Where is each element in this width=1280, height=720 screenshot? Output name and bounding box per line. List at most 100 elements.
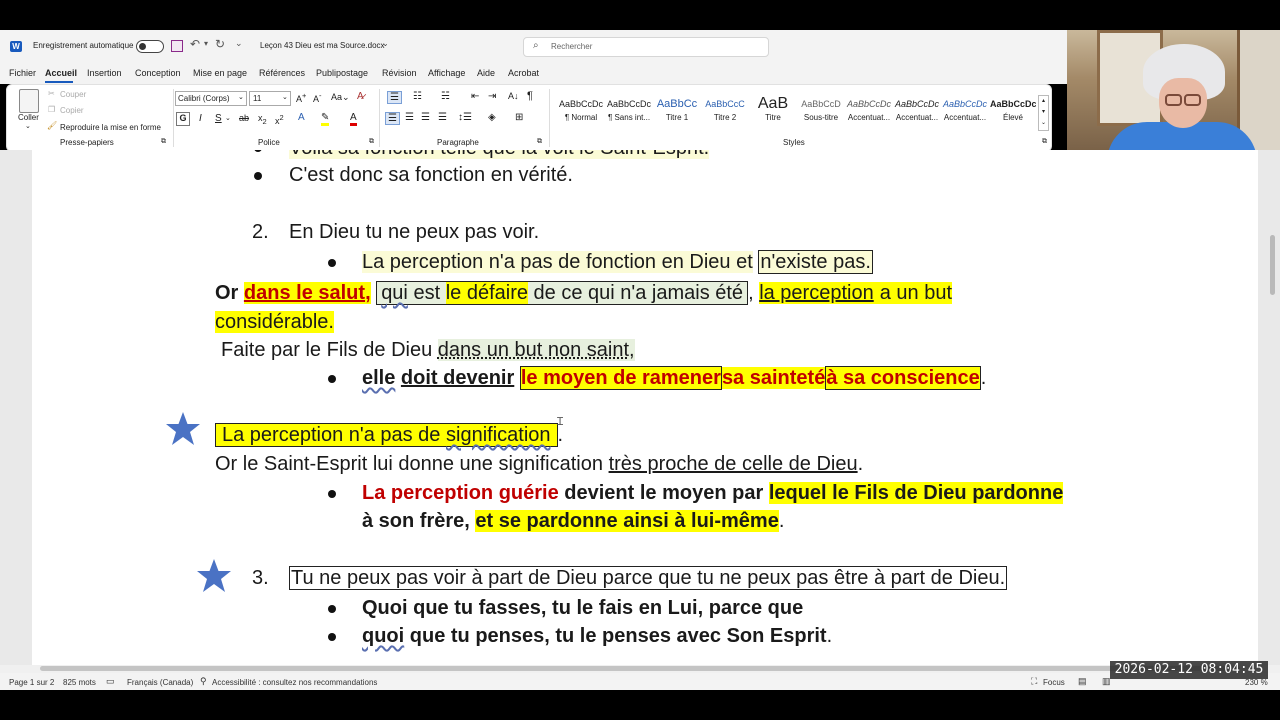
horizontal-scrollbar[interactable] <box>0 665 1280 673</box>
align-center-icon[interactable]: ☰ <box>405 112 414 123</box>
grow-font-icon[interactable]: A+ <box>296 91 306 104</box>
search-icon: ⌕ <box>533 40 539 51</box>
italic-icon[interactable]: I <box>199 113 202 124</box>
clear-formatting-icon[interactable]: A̷ <box>357 91 364 102</box>
document-title[interactable]: Leçon 43 Dieu est ma Source.docx <box>260 41 385 50</box>
cut-icon[interactable]: ✂ <box>48 89 55 98</box>
read-mode-icon[interactable]: ▤ <box>1078 676 1087 687</box>
document-page[interactable]: Voilà sa fonction telle que la voit le S… <box>32 150 1258 665</box>
style-accentuation-2[interactable]: AaBbCcDc Accentuat... <box>894 95 940 129</box>
focus-button[interactable]: Focus <box>1043 678 1065 687</box>
proofing-icon[interactable]: ▭ <box>106 676 115 687</box>
style-sans-interligne[interactable]: AaBbCcDc ¶ Sans int... <box>606 95 652 129</box>
paste-button[interactable]: Coller <box>18 113 39 122</box>
underline-icon[interactable]: S <box>215 113 222 124</box>
style-accentuation-1[interactable]: AaBbCcDc Accentuat... <box>846 95 892 129</box>
search-box[interactable]: ⌕ Rechercher <box>523 37 769 57</box>
bullets-icon[interactable]: ☰ <box>387 91 402 104</box>
numbering-icon[interactable]: ☷ <box>413 91 422 102</box>
doc-text: quoi <box>362 625 405 647</box>
language-indicator[interactable]: Français (Canada) <box>127 678 193 687</box>
save-icon[interactable] <box>171 40 183 52</box>
undo-dropdown-icon[interactable]: ▾ <box>204 39 208 48</box>
vertical-scrollbar[interactable] <box>1270 235 1275 295</box>
sort-icon[interactable]: A↓ <box>508 91 519 101</box>
copy-icon[interactable]: ❐ <box>48 105 55 114</box>
title-dropdown-icon[interactable]: ⌄ <box>382 39 389 48</box>
style-titre-1[interactable]: AaBbCc Titre 1 <box>654 95 700 129</box>
align-right-icon[interactable]: ☰ <box>421 112 430 123</box>
horizontal-scroll-thumb[interactable] <box>40 666 1240 671</box>
subscript-icon[interactable]: x2 <box>258 113 267 126</box>
format-painter-icon[interactable]: 🖌 <box>47 121 57 130</box>
shading-icon[interactable]: ◈ <box>488 112 496 123</box>
divider <box>549 89 550 147</box>
undo-icon[interactable]: ↶ <box>190 37 200 51</box>
focus-icon[interactable]: ⛶ <box>1031 676 1037 687</box>
copy-button[interactable]: Copier <box>60 106 84 115</box>
style-normal[interactable]: AaBbCcDc ¶ Normal <box>558 95 604 129</box>
underline-dropdown-icon[interactable]: ⌄ <box>225 114 231 122</box>
autosave-toggle[interactable] <box>136 40 164 53</box>
font-name-select[interactable]: Calibri (Corps) ⌄ <box>175 91 247 106</box>
doc-text: signification <box>446 424 551 446</box>
line-spacing-icon[interactable]: ↕☰ <box>458 112 472 123</box>
paste-dropdown-icon[interactable]: ⌄ <box>25 122 31 130</box>
word-count[interactable]: 825 mots <box>63 678 96 687</box>
bullet <box>328 375 336 383</box>
tab-affichage[interactable]: Affichage <box>428 68 465 78</box>
tab-accueil[interactable]: Accueil <box>45 68 77 78</box>
tab-mise-en-page[interactable]: Mise en page <box>193 68 247 78</box>
tab-publipostage[interactable]: Publipostage <box>316 68 368 78</box>
style-titre-2[interactable]: AaBbCcC Titre 2 <box>702 95 748 129</box>
paragraph-launcher-icon[interactable]: ⧉ <box>537 138 542 146</box>
customize-dropdown-icon[interactable]: ⌄ <box>235 38 243 49</box>
font-size-select[interactable]: 11 ⌄ <box>249 91 291 106</box>
show-marks-icon[interactable]: ¶ <box>527 90 533 102</box>
accessibility-icon[interactable]: ⚲ <box>200 676 207 687</box>
multilevel-list-icon[interactable]: ☵ <box>441 91 450 102</box>
tab-fichier[interactable]: Fichier <box>9 68 36 78</box>
change-case-icon[interactable]: Aa⌄ <box>331 92 350 103</box>
redo-icon[interactable]: ↻ <box>215 37 225 51</box>
paste-icon[interactable] <box>19 89 39 113</box>
doc-text: dans le salut <box>243 282 366 304</box>
superscript-icon[interactable]: x2 <box>275 113 284 126</box>
tab-insertion[interactable]: Insertion <box>87 68 122 78</box>
style-sous-titre[interactable]: AaBbCcD Sous-titre <box>798 95 844 129</box>
style-eleve[interactable]: AaBbCcDc Élevé <box>990 95 1036 129</box>
bold-icon[interactable]: G <box>176 112 190 126</box>
font-launcher-icon[interactable]: ⧉ <box>369 138 374 146</box>
shrink-font-icon[interactable]: A- <box>313 91 322 104</box>
style-titre[interactable]: AaB Titre <box>750 95 796 129</box>
style-accentuation-3[interactable]: AaBbCcDc Accentuat... <box>942 95 988 129</box>
cut-button[interactable]: Couper <box>60 90 86 99</box>
tab-aide[interactable]: Aide <box>477 68 495 78</box>
borders-icon[interactable]: ⊞ <box>515 112 523 123</box>
text-effects-icon[interactable]: A <box>298 112 305 123</box>
doc-line-4: Or dans le salut, qui est le défaire de … <box>215 281 953 305</box>
zoom-level[interactable]: 230 % <box>1245 678 1268 687</box>
format-painter-button[interactable]: Reproduire la mise en forme <box>60 123 161 132</box>
list-number-2: 2. <box>252 221 269 243</box>
clipboard-launcher-icon[interactable]: ⧉ <box>161 138 166 146</box>
doc-text-boxed: le moyen de ramener <box>519 366 722 390</box>
highlight-color-icon[interactable]: ✎ <box>321 112 330 126</box>
style-sample: AaBbCc <box>656 98 698 110</box>
strikethrough-icon[interactable]: ab <box>239 113 249 123</box>
tab-conception[interactable]: Conception <box>135 68 181 78</box>
align-left-icon[interactable]: ☰ <box>385 112 400 125</box>
doc-text: le défaire <box>445 282 528 304</box>
tab-revision[interactable]: Révision <box>382 68 417 78</box>
justify-icon[interactable]: ☰ <box>438 112 447 123</box>
decrease-indent-icon[interactable]: ⇤ <box>471 91 479 102</box>
tab-references[interactable]: Références <box>259 68 305 78</box>
styles-launcher-icon[interactable]: ⧉ <box>1042 138 1047 146</box>
accessibility-status[interactable]: Accessibilité : consultez nos recommanda… <box>212 678 377 687</box>
page-counter[interactable]: Page 1 sur 2 <box>9 678 54 687</box>
font-color-icon[interactable]: A <box>350 112 357 126</box>
increase-indent-icon[interactable]: ⇥ <box>488 91 496 102</box>
tab-acrobat[interactable]: Acrobat <box>508 68 539 78</box>
doc-text: a un but <box>873 282 953 304</box>
styles-scroll[interactable]: ▴ ▾ ⌄ <box>1038 95 1049 131</box>
